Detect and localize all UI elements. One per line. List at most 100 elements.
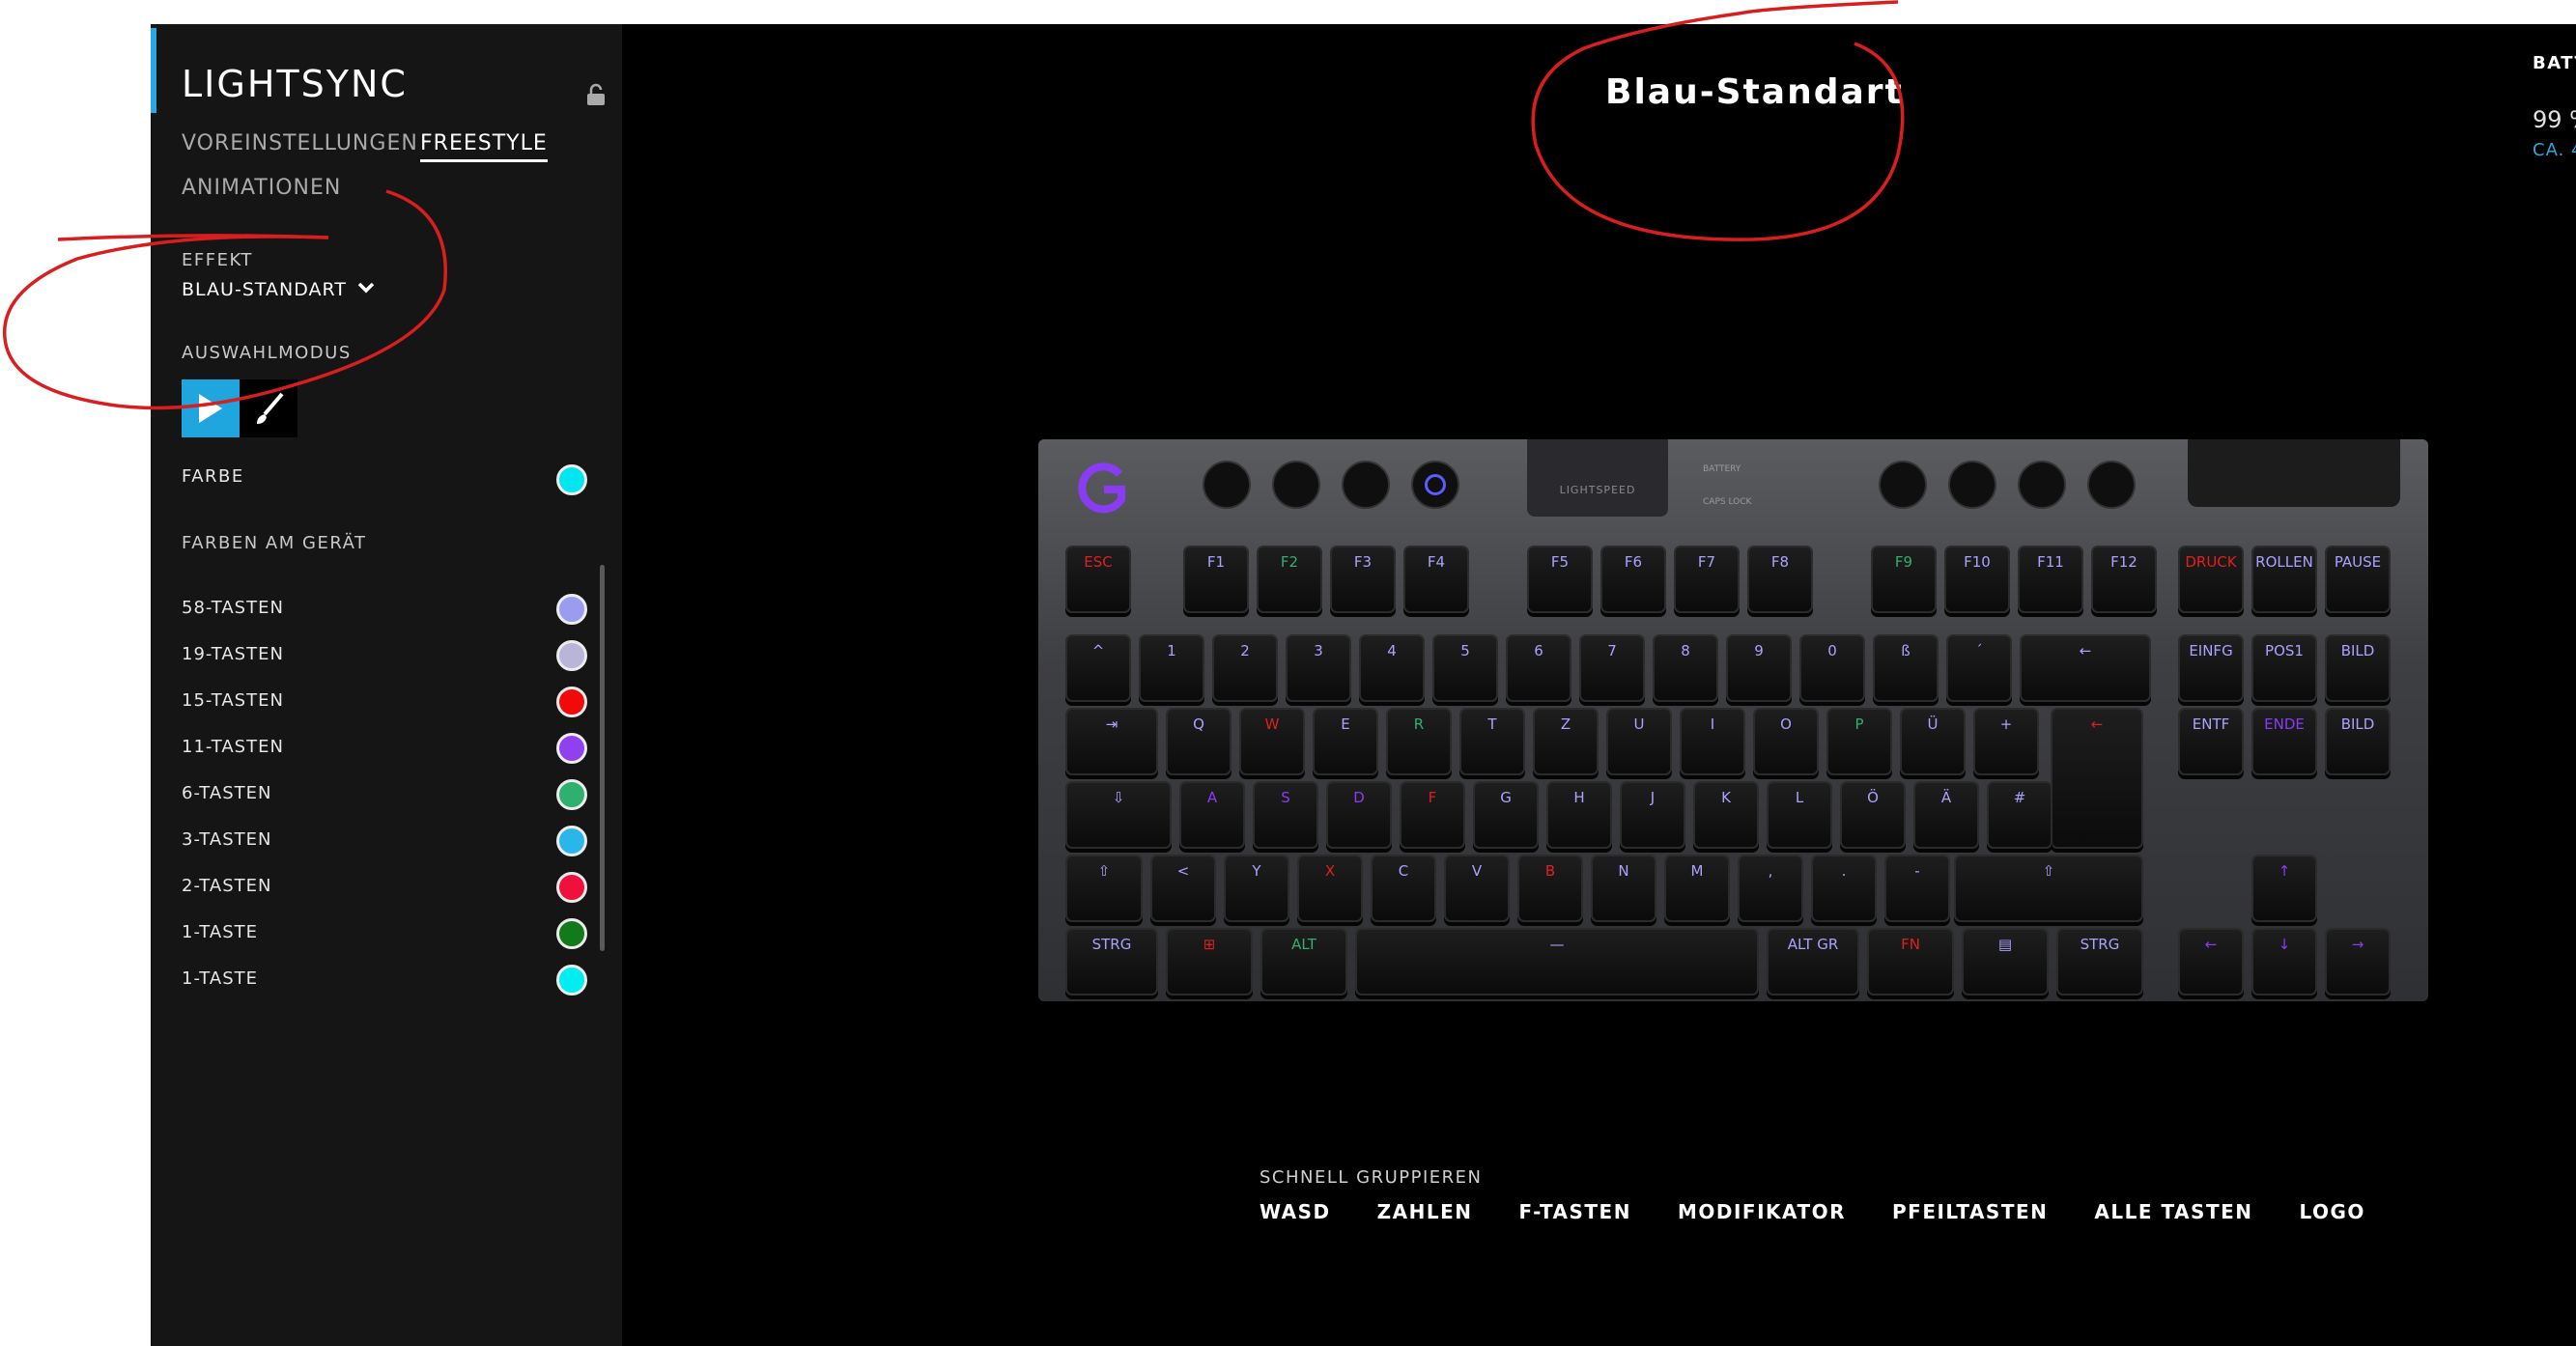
media-mute-button[interactable] (2087, 461, 2136, 509)
keyboard-key[interactable]: BILD (2325, 634, 2391, 702)
keyboard-key[interactable]: 9 (1726, 634, 1792, 702)
keyboard-key[interactable]: ROLLEN (2251, 546, 2317, 613)
device-color-swatch[interactable] (556, 733, 587, 764)
keyboard-key[interactable]: F9 (1871, 546, 1937, 613)
keyboard-key[interactable]: DRUCK (2178, 546, 2244, 613)
quick-group-button[interactable]: WASD (1260, 1200, 1331, 1223)
device-color-swatch[interactable] (556, 779, 587, 810)
keyboard-key[interactable]: X (1297, 855, 1363, 922)
keyboard-key[interactable]: B (1517, 855, 1583, 922)
keyboard-key[interactable]: 6 (1506, 634, 1571, 702)
brightness-button[interactable] (1411, 461, 1459, 509)
keyboard-key[interactable]: PAUSE (2325, 546, 2391, 613)
brush-mode-button[interactable] (240, 379, 297, 437)
tab-voreinstellungen[interactable]: VOREINSTELLUNGEN (182, 131, 418, 155)
keyboard-key[interactable]: 5 (1432, 634, 1498, 702)
keyboard-key[interactable]: ALT (1260, 928, 1347, 995)
keyboard-key[interactable]: Ä (1913, 781, 1979, 849)
quick-group-button[interactable]: LOGO (2299, 1200, 2364, 1223)
keyboard-key[interactable]: U (1606, 708, 1672, 775)
keyboard-key[interactable]: POS1 (2251, 634, 2317, 702)
media-next-button[interactable] (2018, 461, 2066, 509)
keyboard-key[interactable]: 1 (1139, 634, 1204, 702)
keyboard-key[interactable]: → (2325, 928, 2391, 995)
quick-group-button[interactable]: F-TASTEN (1519, 1200, 1631, 1223)
tab-animationen[interactable]: ANIMATIONEN (182, 176, 341, 200)
keyboard-key[interactable]: ⇩ (1065, 781, 1172, 849)
keyboard-key[interactable]: P (1826, 708, 1892, 775)
keyboard-key[interactable]: STRG (2056, 928, 2143, 995)
color-swatch[interactable] (556, 464, 587, 495)
keyboard-key[interactable]: ⇧ (1065, 855, 1143, 922)
keyboard-key[interactable]: ENTF (2178, 708, 2244, 775)
keyboard-key[interactable]: S (1253, 781, 1318, 849)
keyboard-key[interactable]: + (1973, 708, 2039, 775)
keyboard-key[interactable]: BILD (2325, 708, 2391, 775)
tab-freestyle[interactable]: FREESTYLE (420, 131, 548, 162)
keyboard-key[interactable]: 8 (1653, 634, 1718, 702)
keyboard-key[interactable]: FN (1867, 928, 1954, 995)
keyboard-key[interactable]: K (1693, 781, 1759, 849)
keyboard-key[interactable]: 7 (1579, 634, 1645, 702)
keyboard-key[interactable]: O (1753, 708, 1819, 775)
keyboard-key[interactable]: ▤ (1962, 928, 2049, 995)
keyboard-key[interactable]: Ö (1840, 781, 1906, 849)
keyboard-key[interactable]: ENDE (2251, 708, 2317, 775)
keyboard-key[interactable]: ← (2178, 928, 2244, 995)
keyboard-key[interactable]: T (1459, 708, 1525, 775)
lock-icon[interactable] (583, 82, 609, 107)
keyboard-key[interactable]: Y (1224, 855, 1289, 922)
keyboard-key[interactable]: ⇧ (1954, 855, 2143, 922)
keyboard-key[interactable]: W (1239, 708, 1305, 775)
power-button[interactable] (1342, 461, 1390, 509)
keyboard-key[interactable]: ALT GR (1767, 928, 1859, 995)
keyboard-key[interactable]: ESC (1065, 546, 1131, 613)
keyboard-key[interactable]: , (1738, 855, 1803, 922)
bluetooth-button[interactable] (1272, 461, 1320, 509)
g-logo-icon[interactable] (1075, 461, 1129, 519)
device-color-swatch[interactable] (556, 687, 587, 717)
keyboard-key[interactable]: A (1179, 781, 1245, 849)
keyboard-key[interactable]: H (1546, 781, 1612, 849)
keyboard-key[interactable]: G (1473, 781, 1539, 849)
keyboard-key[interactable]: C (1371, 855, 1436, 922)
sidebar-scrollbar[interactable] (600, 565, 605, 951)
keyboard-key[interactable]: I (1680, 708, 1745, 775)
game-mode-button[interactable] (1203, 461, 1251, 509)
keyboard-key[interactable]: F5 (1527, 546, 1593, 613)
keyboard-key[interactable]: ^ (1065, 634, 1131, 702)
keyboard-key[interactable]: — (1355, 928, 1759, 995)
keyboard-image[interactable]: LIGHTSPEED BATTERY CAPS LOCK ESC F1 F2 F3 F4… (1038, 439, 2428, 1001)
device-color-swatch[interactable] (556, 594, 587, 625)
keyboard-key[interactable]: ß (1873, 634, 1939, 702)
keyboard-key[interactable]: E (1313, 708, 1378, 775)
keyboard-key[interactable]: STRG (1065, 928, 1158, 995)
keyboard-key[interactable]: 0 (1799, 634, 1865, 702)
keyboard-key[interactable]: F4 (1403, 546, 1469, 613)
keyboard-key[interactable]: Q (1166, 708, 1231, 775)
device-color-swatch[interactable] (556, 965, 587, 995)
keyboard-key[interactable]: - (1884, 855, 1950, 922)
media-prev-button[interactable] (1879, 461, 1927, 509)
keyboard-key[interactable]: F8 (1747, 546, 1813, 613)
keyboard-key[interactable]: M (1664, 855, 1730, 922)
keyboard-key[interactable]: L (1767, 781, 1832, 849)
select-mode-button[interactable] (182, 379, 240, 437)
quick-group-button[interactable]: ZAHLEN (1377, 1200, 1473, 1223)
keyboard-key[interactable]: F11 (2018, 546, 2083, 613)
keyboard-key[interactable]: F3 (1330, 546, 1396, 613)
keyboard-key[interactable]: D (1326, 781, 1392, 849)
keyboard-key[interactable]: R (1386, 708, 1452, 775)
keyboard-key[interactable]: F12 (2091, 546, 2157, 613)
keyboard-key[interactable]: F (1400, 781, 1465, 849)
device-color-swatch[interactable] (556, 872, 587, 903)
device-color-swatch[interactable] (556, 918, 587, 949)
keyboard-key[interactable]: N (1591, 855, 1656, 922)
keyboard-key[interactable]: 4 (1359, 634, 1425, 702)
keyboard-key[interactable]: F7 (1674, 546, 1740, 613)
keyboard-key[interactable]: ← (2051, 708, 2143, 849)
keyboard-key[interactable]: ← (2020, 634, 2151, 702)
keyboard-key[interactable]: F2 (1257, 546, 1322, 613)
keyboard-key[interactable]: ↓ (2251, 928, 2317, 995)
effect-dropdown[interactable]: BLAU-STANDART (182, 279, 376, 300)
